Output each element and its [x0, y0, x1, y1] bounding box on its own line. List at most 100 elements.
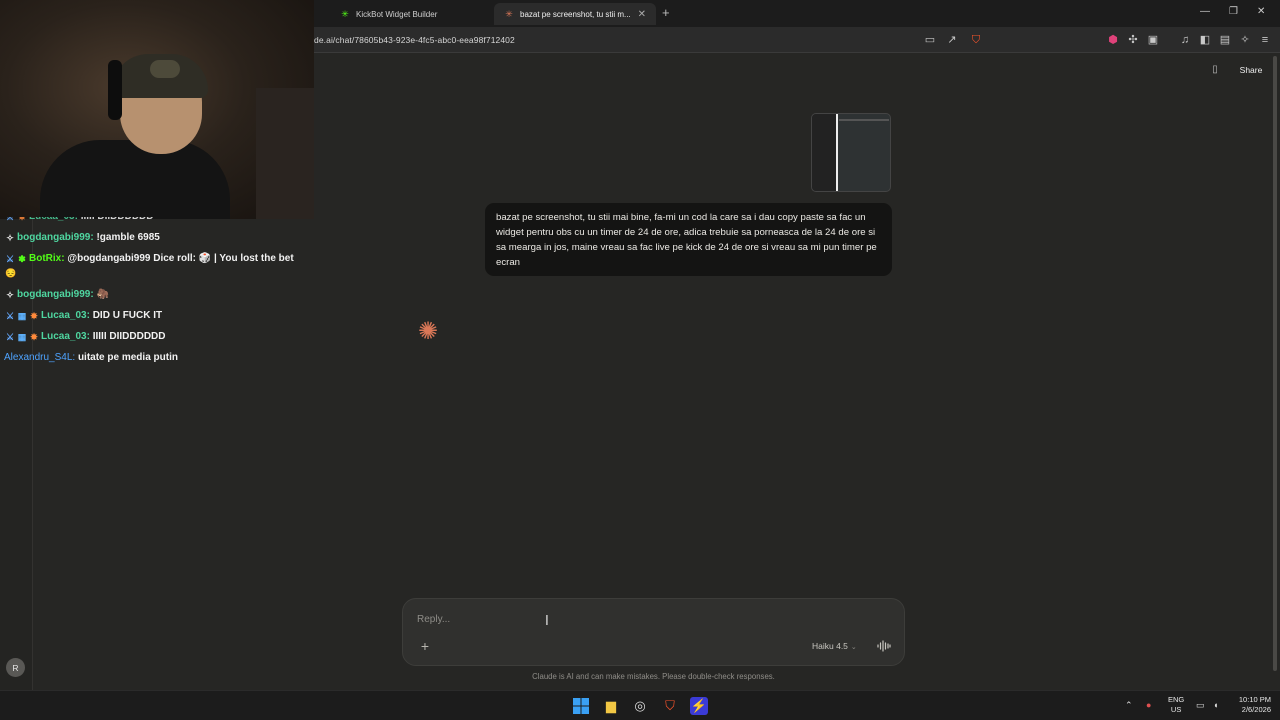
- chat-message: ✧ bogdangabi999: 🦣: [5, 289, 109, 300]
- document-icon[interactable]: ▯: [1209, 64, 1221, 76]
- moderator-badge-icon: ⚔: [5, 332, 15, 342]
- subscriber-badge-icon: ▦: [17, 332, 27, 342]
- lang-code: ENG: [1168, 695, 1185, 704]
- sidebar-toggle-icon[interactable]: ◧: [1198, 33, 1212, 47]
- claude-spark-icon: ✳: [505, 9, 513, 19]
- chat-text: IIIII DIIDDDDDD: [92, 331, 166, 342]
- sad-emoji-icon: 😔: [5, 268, 17, 278]
- close-window-icon[interactable]: ✕: [1257, 6, 1265, 17]
- chat-message: ⚔ ✽ BotRix: @bogdangabi999 Dice roll: 🎲 | …: [5, 253, 294, 264]
- cast-icon[interactable]: ▭: [923, 33, 937, 47]
- tab-kickbot-widget-builder[interactable]: ✳ KickBot Widget Builder: [330, 3, 490, 25]
- reply-composer[interactable]: Reply... + Haiku 4.5 ⌄: [402, 598, 905, 666]
- model-selector[interactable]: Haiku 4.5 ⌄: [812, 641, 857, 651]
- file-explorer-icon[interactable]: ▆: [602, 697, 620, 715]
- extension-icon[interactable]: ⬢: [1106, 33, 1120, 47]
- thumbnail-header: [839, 119, 889, 121]
- reply-input[interactable]: Reply...: [417, 614, 450, 625]
- subscriber-badge-icon: ▦: [17, 311, 27, 321]
- chat-username: Lucaa_03:: [29, 211, 78, 222]
- tab-claude-chat[interactable]: ✳ bazat pe screenshot, tu stii m... ✕: [494, 3, 656, 25]
- windows-taskbar: ▆ ◎ ⛉ ⚡ ⌃ ● ENG US ▭ ◖ 10:10 PM 2/6/2026: [0, 690, 1280, 720]
- volume-icon[interactable]: ◖: [1213, 700, 1218, 710]
- chat-username: bogdangabi999:: [17, 232, 94, 243]
- app-icon[interactable]: ⚡: [690, 697, 708, 715]
- chevron-down-icon: ⌄: [850, 644, 857, 651]
- close-tab-icon[interactable]: ✕: [638, 9, 646, 20]
- gift-badge-icon: ✸: [30, 332, 38, 342]
- chat-text: 🦣: [96, 289, 109, 300]
- chat-message: ✧ bogdangabi999: !gamble 6985: [5, 232, 160, 243]
- claude-spark-icon: ✺: [417, 318, 439, 345]
- verified-badge-icon: ✧: [6, 233, 14, 243]
- tab-title: KickBot Widget Builder: [356, 9, 438, 19]
- tab-title: bazat pe screenshot, tu stii m...: [520, 9, 631, 19]
- chat-text: !gamble 6985: [96, 232, 160, 243]
- moderator-badge-icon: ⚔: [5, 311, 15, 321]
- screen: ✳ KickBot Widget Builder ✳ bazat pe scre…: [0, 0, 1280, 720]
- chat-message: ⚔ ▦ ✸ Lucaa_03: IIIII DIIDDDDDD: [5, 331, 166, 342]
- add-attachment-button[interactable]: +: [418, 639, 432, 653]
- scrollbar[interactable]: [1273, 56, 1277, 671]
- share-page-icon[interactable]: ↗: [945, 33, 959, 47]
- voice-mode-icon[interactable]: [877, 640, 891, 652]
- leo-ai-icon[interactable]: ✧: [1238, 33, 1252, 47]
- chat-message-continuation: 😔: [5, 268, 16, 279]
- chat-message: ⚔ ▦ ✸ Lucaa_03: DID U FUCK IT: [5, 310, 162, 321]
- chat-text: uitate pe media putin: [77, 352, 178, 363]
- disclaimer-text: Claude is AI and can make mistakes. Plea…: [532, 672, 775, 681]
- attached-screenshot-thumbnail[interactable]: [811, 113, 891, 192]
- lang-region: US: [1170, 705, 1182, 714]
- chat-username: BotRix:: [29, 253, 65, 264]
- stream-chat-overlay: ⚔ ✸ Lucaa_03: IIIII DIIDDDDDD ✧ bogdangabi9…: [0, 212, 334, 372]
- minimize-icon[interactable]: —: [1200, 6, 1210, 17]
- chat-username: Lucaa_03:: [41, 310, 90, 321]
- chat-text: @bogdangabi999 Dice roll: 🎲 | You lost t…: [67, 253, 294, 264]
- webcam-headphones: [108, 60, 122, 120]
- windows-start-icon[interactable]: [572, 697, 590, 715]
- webcam-door: [256, 88, 314, 219]
- thumbnail-left-pane: [812, 114, 836, 191]
- menu-icon[interactable]: ≡: [1258, 33, 1272, 47]
- chat-username: Alexandru_S4L:: [4, 352, 76, 363]
- obs-icon[interactable]: ◎: [631, 697, 649, 715]
- clock-time: 10:10 PM: [1238, 695, 1271, 704]
- restore-icon[interactable]: ❐: [1229, 6, 1238, 17]
- model-name: Haiku 4.5: [812, 641, 848, 651]
- chat-username: bogdangabi999:: [17, 289, 94, 300]
- webcam-cap-pattern: [150, 60, 180, 78]
- chat-message: Alexandru_S4L: uitate pe media putin: [4, 352, 178, 363]
- tray-overflow-icon[interactable]: ⌃: [1125, 700, 1133, 711]
- brave-browser-icon[interactable]: ⛉: [661, 697, 679, 715]
- chat-text: DID U FUCK IT: [92, 310, 163, 321]
- avatar[interactable]: R: [6, 658, 25, 677]
- webcam-overlay: [0, 0, 314, 219]
- webcam-person-body: [40, 140, 230, 219]
- user-message: bazat pe screenshot, tu stii mai bine, f…: [485, 203, 892, 276]
- url-field[interactable]: de.ai/chat/78605b43-923e-4fc5-abc0-eea98…: [314, 35, 515, 45]
- extensions-puzzle-icon[interactable]: ✣: [1126, 33, 1140, 47]
- bot-badge-icon: ✽: [18, 254, 26, 264]
- share-button[interactable]: Share: [1234, 60, 1268, 80]
- network-icon[interactable]: ▭: [1196, 700, 1205, 711]
- chat-text: IIIII DIIDDDDDD: [80, 211, 154, 222]
- text-cursor-icon: I: [545, 614, 549, 629]
- new-tab-button[interactable]: +: [662, 5, 670, 20]
- gift-badge-icon: ✸: [18, 212, 26, 222]
- brave-shields-icon[interactable]: ⛉: [969, 33, 983, 47]
- screenshot-icon[interactable]: ▣: [1146, 33, 1160, 47]
- chat-username: Lucaa_03:: [41, 331, 90, 342]
- language-indicator[interactable]: ENG US: [1168, 695, 1184, 715]
- wallet-icon[interactable]: ▤: [1218, 33, 1232, 47]
- thumbnail-divider: [836, 114, 838, 191]
- kick-widget-icon: ✳: [341, 9, 349, 19]
- microphone-icon[interactable]: ●: [1146, 700, 1151, 710]
- gift-badge-icon: ✸: [30, 311, 38, 321]
- clock-date: 2/6/2026: [1241, 705, 1271, 714]
- music-icon[interactable]: ♫: [1178, 33, 1192, 47]
- moderator-badge-icon: ⚔: [5, 212, 15, 222]
- moderator-badge-icon: ⚔: [5, 254, 15, 264]
- verified-badge-icon: ✧: [6, 290, 14, 300]
- chat-message: ⚔ ✸ Lucaa_03: IIIII DIIDDDDDD: [5, 211, 154, 222]
- system-clock[interactable]: 10:10 PM 2/6/2026: [1229, 695, 1271, 715]
